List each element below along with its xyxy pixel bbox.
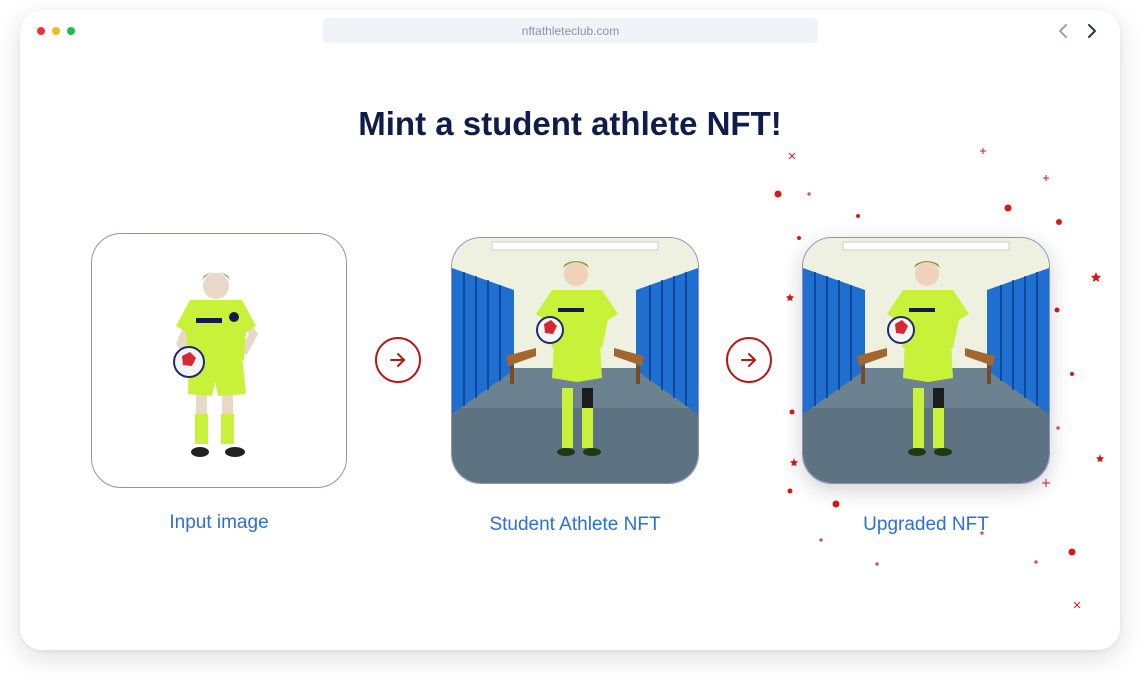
- back-button[interactable]: [1053, 20, 1073, 42]
- nft-locker-room-artwork: [452, 238, 698, 483]
- arrow-right-icon: [741, 353, 756, 367]
- arrow-right-icon: [390, 353, 405, 367]
- chevron-left-icon: [1059, 24, 1067, 38]
- address-bar-url: nftathleteclub.com: [521, 23, 620, 38]
- upgraded-nft-card[interactable]: [802, 237, 1050, 484]
- minimize-window-dot[interactable]: [52, 27, 60, 35]
- page-title: Mint a student athlete NFT!: [358, 105, 782, 142]
- upgraded-nft-locker-room-artwork: [803, 238, 1049, 483]
- forward-button[interactable]: [1082, 20, 1102, 42]
- window-controls: [37, 27, 75, 35]
- maximize-window-dot[interactable]: [67, 27, 75, 35]
- student-athlete-nft-label: Student Athlete NFT: [489, 514, 661, 535]
- browser-window: nftathleteclub.com Mint a student athlet…: [20, 10, 1120, 650]
- close-window-dot[interactable]: [37, 27, 45, 35]
- upgraded-nft-label: Upgraded NFT: [863, 514, 989, 535]
- next-step-arrow-button-2[interactable]: [726, 337, 772, 383]
- input-image-label: Input image: [169, 512, 269, 533]
- student-athlete-nft-card[interactable]: [451, 237, 699, 484]
- next-step-arrow-button-1[interactable]: [375, 337, 421, 383]
- address-bar[interactable]: nftathleteclub.com: [323, 18, 818, 43]
- athlete-photo-cutout: [173, 272, 258, 457]
- input-image-card[interactable]: [91, 233, 347, 488]
- chevron-right-icon: [1088, 24, 1096, 38]
